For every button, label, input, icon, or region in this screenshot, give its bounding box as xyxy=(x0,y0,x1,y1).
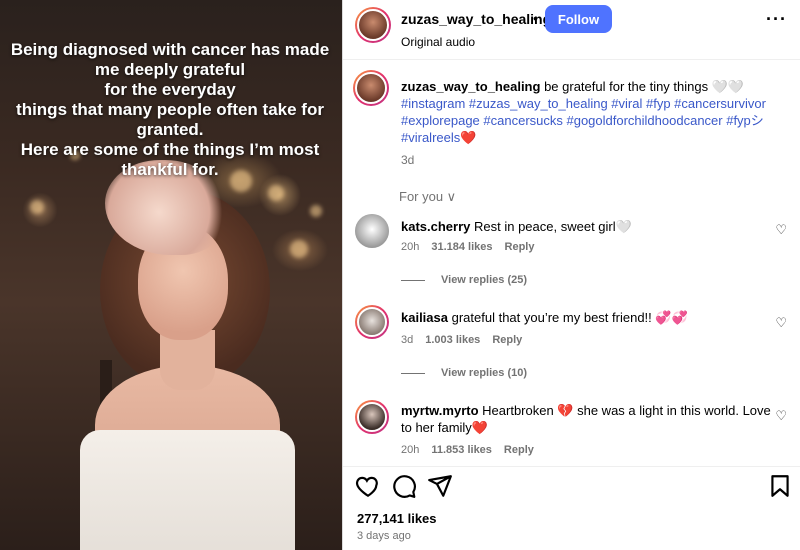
heart-icon[interactable] xyxy=(355,473,381,499)
author-username[interactable]: zuzas_way_to_healing xyxy=(401,11,551,27)
commenter-avatar[interactable] xyxy=(355,305,389,339)
comment-likes[interactable]: 11.853 likes xyxy=(431,444,492,456)
more-icon[interactable]: ··· xyxy=(766,10,787,28)
comment-likes[interactable]: 31.184 likes xyxy=(431,241,492,253)
replies-line xyxy=(401,372,425,374)
replies-line xyxy=(401,279,425,281)
comment-username[interactable]: myrtw.myrto xyxy=(401,403,479,418)
comment-body: grateful that you’re my best friend!! 💞💞 xyxy=(448,310,688,325)
author-avatar[interactable] xyxy=(355,7,391,43)
comment-username[interactable]: kats.cherry xyxy=(401,219,470,234)
bokeh-light xyxy=(268,185,284,201)
view-replies-button[interactable]: View replies (25) xyxy=(401,274,527,286)
bokeh-light xyxy=(310,205,322,217)
audio-label[interactable]: Original audio xyxy=(401,35,475,49)
comment-username[interactable]: kailiasa xyxy=(401,310,448,325)
follow-button[interactable]: Follow xyxy=(545,5,612,33)
comment-meta: 20h 11.853 likes Reply xyxy=(401,444,546,456)
comment-text: kailiasa grateful that you’re my best fr… xyxy=(401,309,771,326)
bokeh-light xyxy=(290,240,308,258)
caption-timestamp: 3d xyxy=(401,153,415,167)
dress xyxy=(80,430,295,550)
comment-time: 20h xyxy=(401,241,420,253)
comment-meta: 20h 31.184 likes Reply xyxy=(401,241,547,253)
comment-body: Rest in peace, sweet girl🤍 xyxy=(470,219,632,234)
caption: zuzas_way_to_healing be grateful for the… xyxy=(401,78,791,146)
comment-icon[interactable] xyxy=(391,473,417,499)
comment-like-icon[interactable]: ♡ xyxy=(775,408,787,424)
bokeh-light xyxy=(30,200,44,214)
comment-time: 3d xyxy=(401,334,414,346)
post-header: zuzas_way_to_healing • Follow Original a… xyxy=(343,0,800,60)
comment-text: kats.cherry Rest in peace, sweet girl🤍 xyxy=(401,218,771,235)
reply-button[interactable]: Reply xyxy=(492,334,522,346)
caption-hashtags[interactable]: #instagram #zuzas_way_to_healing #viral … xyxy=(401,96,766,145)
comment-meta: 3d 1.003 likes Reply xyxy=(401,334,534,346)
view-replies-label: View replies (25) xyxy=(441,274,528,286)
reply-button[interactable]: Reply xyxy=(505,241,535,253)
comment-time: 20h xyxy=(401,444,420,456)
caption-username[interactable]: zuzas_way_to_healing xyxy=(401,79,540,94)
post-timestamp: 3 days ago xyxy=(357,530,411,542)
comment-likes[interactable]: 1.003 likes xyxy=(425,334,480,346)
overlay-text: Being diagnosed with cancer has made me … xyxy=(10,40,330,179)
commenter-avatar[interactable] xyxy=(355,214,389,248)
comment-like-icon[interactable]: ♡ xyxy=(775,222,787,238)
reply-button[interactable]: Reply xyxy=(504,444,534,456)
post-panel: zuzas_way_to_healing • Follow Original a… xyxy=(342,0,800,550)
share-icon[interactable] xyxy=(427,473,453,499)
comment-like-icon[interactable]: ♡ xyxy=(775,315,787,331)
caption-heart: ❤️ xyxy=(460,130,477,145)
bookmark-icon[interactable] xyxy=(767,473,793,499)
action-bar xyxy=(343,466,800,502)
caption-avatar[interactable] xyxy=(353,70,389,106)
caption-text: be grateful for the tiny things 🤍🤍 xyxy=(540,79,745,94)
like-count[interactable]: 277,141 likes xyxy=(357,511,437,526)
comment-sort-dropdown[interactable]: For you ∨ xyxy=(399,189,456,205)
view-replies-button[interactable]: View replies (10) xyxy=(401,367,527,379)
view-replies-label: View replies (10) xyxy=(441,367,528,379)
post-media[interactable]: Being diagnosed with cancer has made me … xyxy=(0,0,342,550)
comment-text: myrtw.myrto Heartbroken 💔 she was a ligh… xyxy=(401,402,771,436)
commenter-avatar[interactable] xyxy=(355,400,389,434)
separator-dot: • xyxy=(533,10,538,26)
